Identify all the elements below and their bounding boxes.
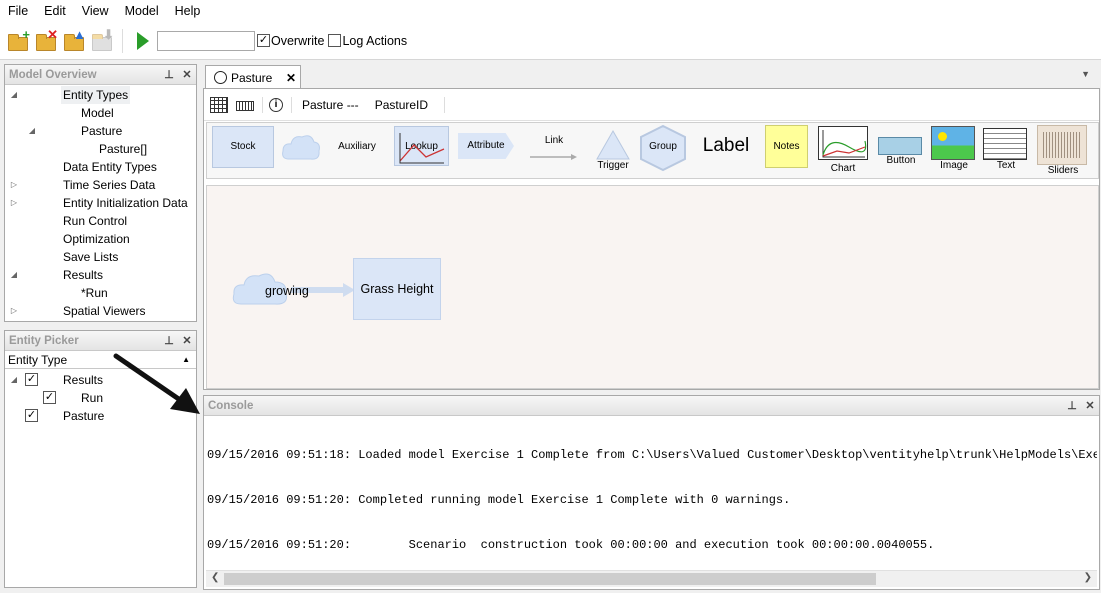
console-line: 09/15/2016 09:51:18: Loaded model Exerci…	[207, 448, 1097, 462]
palette-image[interactable]: Image	[931, 126, 977, 171]
flow-growing-label[interactable]: growing	[265, 284, 309, 298]
text-label: Text	[996, 160, 1016, 171]
scroll-left-icon[interactable]: ❮	[211, 572, 219, 583]
chart-icon	[818, 126, 868, 160]
link-label: Link	[544, 135, 564, 146]
toolbar-separator	[262, 96, 263, 113]
toolbar-separator	[444, 96, 446, 113]
console-panel: Console ⊥ ✕ 09/15/2016 09:51:18: Loaded …	[203, 395, 1100, 590]
editor-toolbar: i Pasture --- PastureID	[204, 89, 1099, 121]
stock-label: Grass Height	[360, 282, 434, 296]
palette-auxiliary[interactable]: Auxiliary	[329, 141, 385, 152]
palette-stock[interactable]: Stock	[212, 126, 274, 168]
palette-trigger[interactable]: Trigger	[594, 129, 632, 171]
entity-name-label: Pasture ---	[302, 97, 359, 112]
pin-icon[interactable]: ⊥	[1063, 399, 1081, 412]
console-line: 09/15/2016 09:51:20: Scenario constructi…	[207, 538, 935, 552]
palette-group[interactable]: Group	[638, 124, 688, 172]
scroll-right-icon[interactable]: ❯	[1084, 572, 1092, 583]
tab-pasture[interactable]: Pasture ✕	[205, 65, 301, 89]
entity-id-label: PastureID	[374, 97, 429, 112]
document-tabstrip: Pasture ✕ ▼	[203, 63, 1100, 89]
palette-attribute[interactable]: Attribute	[458, 133, 514, 159]
panel-title: Console	[208, 399, 254, 412]
group-label: Group	[649, 141, 677, 152]
trigger-label: Trigger	[597, 160, 629, 171]
triangle-icon	[596, 129, 630, 160]
palette-lookup[interactable]: Lookup	[394, 126, 449, 166]
sliders-icon	[1037, 125, 1087, 165]
diagram-canvas[interactable]: growing Grass Height	[206, 185, 1099, 389]
palette-notes[interactable]: Notes	[765, 125, 808, 168]
scrollbar-thumb[interactable]	[224, 573, 876, 585]
chevron-down-icon[interactable]: ▼	[1081, 69, 1090, 79]
toolbar-separator	[291, 96, 292, 113]
palette-text[interactable]: Text	[983, 128, 1029, 171]
palette-cloud[interactable]	[281, 131, 321, 165]
palette-chart[interactable]: Chart	[817, 126, 869, 174]
close-icon[interactable]: ✕	[286, 71, 296, 85]
palette-button[interactable]: Button	[878, 137, 924, 166]
palette-sliders[interactable]: Sliders	[1037, 125, 1089, 176]
palette-label[interactable]: Label	[697, 135, 755, 157]
element-palette: Stock Auxiliary Lookup Attribute Link Tr…	[206, 122, 1099, 179]
chart-label: Chart	[830, 163, 856, 174]
stock-grass-height[interactable]: Grass Height	[353, 258, 441, 320]
link-arrow-icon	[530, 154, 577, 160]
info-icon[interactable]: i	[269, 97, 283, 112]
button-label: Button	[886, 155, 916, 166]
button-shape-icon	[878, 137, 922, 155]
image-icon	[931, 126, 975, 160]
console-output[interactable]: 09/15/2016 09:51:18: Loaded model Exerci…	[206, 418, 1097, 568]
close-icon[interactable]: ✕	[1081, 399, 1099, 412]
console-line: 09/15/2016 09:51:20: Completed running m…	[207, 493, 791, 507]
diagram-editor: i Pasture --- PastureID Stock Auxiliary …	[203, 88, 1100, 390]
lookup-curve-icon	[399, 133, 445, 164]
image-label: Image	[940, 160, 968, 171]
keyboard-icon[interactable]	[236, 100, 254, 111]
circle-icon	[214, 71, 227, 84]
sliders-label: Sliders	[1047, 165, 1079, 176]
horizontal-scrollbar[interactable]: ❮ ❯	[206, 570, 1097, 587]
console-header: Console ⊥ ✕	[204, 396, 1099, 416]
palette-link[interactable]: Link	[529, 135, 579, 160]
tab-label: Pasture	[231, 70, 273, 85]
table-icon[interactable]	[210, 96, 228, 113]
text-lines-icon	[983, 128, 1027, 160]
